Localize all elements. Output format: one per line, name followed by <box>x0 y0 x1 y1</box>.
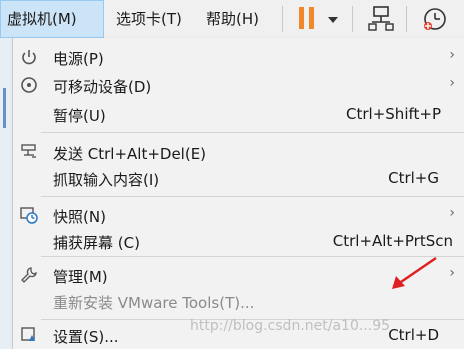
menu-item-capture-screen[interactable]: 捕获屏幕 (C) Ctrl+Alt+PrtScn <box>13 229 464 253</box>
menu-tabs[interactable]: 选项卡(T) <box>110 0 188 38</box>
menu-item-label: 捕获屏幕 (C) <box>53 234 140 252</box>
menu-separator <box>41 132 464 133</box>
menu-item-label: 暂停(U) <box>53 107 106 125</box>
snapshot-clock-icon <box>424 8 446 30</box>
menu-item-grab-input[interactable]: 抓取输入内容(I) Ctrl+G <box>13 166 464 190</box>
menu-item-label: 快照(N) <box>53 208 106 226</box>
watermark: http://blog.csdn.net/a10...95 <box>190 318 391 334</box>
removable-device-icon <box>21 77 37 93</box>
menu-item-shortcut: Ctrl+D <box>388 326 439 344</box>
menu-item-label: 设置(S)... <box>53 328 119 346</box>
menu-separator <box>41 256 464 257</box>
pause-dropdown-button[interactable] <box>324 4 342 34</box>
menu-item-power[interactable]: 电源(P) › <box>13 45 464 69</box>
menu-item-pause[interactable]: 暂停(U) Ctrl+Shift+P <box>13 102 464 126</box>
snapshot-icon <box>20 207 38 224</box>
menu-item-removable-devices[interactable]: 可移动设备(D) › <box>13 73 464 97</box>
settings-icon <box>21 327 35 341</box>
snapshot-button[interactable] <box>418 4 452 34</box>
pause-button[interactable] <box>294 4 324 34</box>
menu-item-reinstall-vmware-tools[interactable]: 重新安装 VMware Tools(T)... <box>13 289 464 313</box>
menu-item-shortcut: Ctrl+Shift+P <box>346 105 441 123</box>
submenu-arrow-icon: › <box>449 205 455 221</box>
send-keys-icon <box>21 144 36 158</box>
menu-item-shortcut: Ctrl+G <box>388 169 439 187</box>
menu-item-snapshot[interactable]: 快照(N) › <box>13 203 464 227</box>
menu-item-shortcut: Ctrl+Alt+PrtScn <box>332 232 453 250</box>
toolbar-divider-2 <box>406 6 407 32</box>
menu-vm[interactable]: 虚拟机(M) <box>0 0 104 38</box>
toolbar-divider <box>352 6 353 32</box>
menu-item-label: 重新安装 VMware Tools(T)... <box>53 294 255 312</box>
submenu-arrow-icon: › <box>449 75 455 91</box>
submenu-arrow-icon: › <box>449 265 455 281</box>
menu-item-send-ctrl-alt-del[interactable]: 发送 Ctrl+Alt+Del(E) <box>13 140 464 164</box>
menu-item-manage[interactable]: 管理(M) › <box>13 263 464 287</box>
wrench-icon <box>21 267 37 283</box>
power-icon <box>22 50 36 65</box>
menu-item-label: 发送 Ctrl+Alt+Del(E) <box>53 145 207 163</box>
menu-bar: 虚拟机(M) 选项卡(T) 帮助(H) <box>0 0 464 39</box>
menu-help[interactable]: 帮助(H) <box>200 0 265 38</box>
chevron-down-icon <box>328 17 338 23</box>
submenu-arrow-icon: › <box>449 47 455 63</box>
vm-dropdown-menu: 电源(P) › 可移动设备(D) › 暂停(U) Ctrl+Shift+P 发送… <box>12 38 464 349</box>
menu-item-label: 电源(P) <box>53 50 104 68</box>
menubar-divider <box>282 6 283 32</box>
menu-separator <box>41 196 464 197</box>
network-button[interactable] <box>366 4 396 34</box>
menu-item-label: 可移动设备(D) <box>53 78 152 96</box>
menu-item-label: 抓取输入内容(I) <box>53 171 160 189</box>
network-icon <box>368 6 394 31</box>
menu-item-label: 管理(M) <box>53 268 108 286</box>
background-window-edge <box>0 38 12 349</box>
